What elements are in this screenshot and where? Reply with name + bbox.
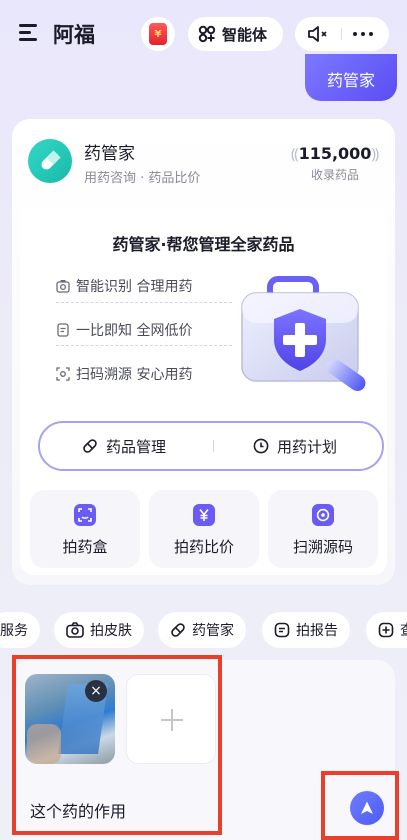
pill-outline-icon — [171, 623, 185, 637]
medication-plan-label: 用药计划 — [277, 437, 338, 456]
feature-text: 智能识别 合理用药 — [76, 279, 193, 295]
app-title: 阿福 — [53, 23, 95, 47]
quick-action-label: 拍药盒 — [62, 538, 108, 556]
drug-count-label: 收录药品 — [310, 168, 359, 182]
yuan-icon — [193, 504, 215, 526]
laurel-left-icon: ⸨ — [290, 145, 299, 163]
chip-drug-manager[interactable]: 药管家 — [158, 612, 246, 648]
chip-photo-skin[interactable]: 拍皮肤 — [54, 612, 144, 648]
panel-title: 药管家·帮您管理全家药品 — [112, 235, 295, 254]
photo-drug-box-button[interactable]: 拍药盒 — [30, 490, 140, 568]
medication-plan-button[interactable]: 用药计划 — [253, 423, 337, 469]
chip-service[interactable]: 服务 — [0, 612, 40, 648]
camera-icon — [66, 622, 84, 638]
segmented-control: 药品管理 用药计划 — [38, 421, 384, 471]
agent-icon — [198, 25, 216, 43]
menu-icon[interactable] — [19, 24, 39, 42]
header-actions — [295, 17, 389, 51]
chip-photo-report[interactable]: 拍报告 — [262, 612, 350, 648]
drug-manager-card: 药管家 用药咨询 · 药品比价 ⸨115,000⸩ 收录药品 药管家·帮您管理全… — [12, 119, 395, 585]
segment-divider — [213, 440, 214, 452]
feature-trace: 扫码溯源 安心用药 — [56, 364, 192, 384]
card-subtitle: 用药咨询 · 药品比价 — [84, 171, 201, 186]
highlight-box-input — [12, 655, 222, 835]
agent-button[interactable]: 智能体 — [188, 17, 283, 51]
feature-text: 扫码溯源 安心用药 — [76, 367, 193, 383]
feature-compare: 一比即知 全网低价 — [56, 320, 192, 340]
document-icon — [57, 323, 69, 337]
user-message-bubble: 药管家 — [305, 54, 397, 101]
target-icon — [312, 504, 334, 526]
skill-chips-row: 服务 拍皮肤 药管家 拍报告 查 — [0, 612, 407, 650]
camera-icon — [56, 280, 70, 293]
quick-action-label: 拍药比价 — [173, 538, 234, 556]
drug-management-label: 药品管理 — [106, 437, 167, 456]
drug-count: ⸨115,000⸩ — [290, 144, 380, 164]
mute-icon[interactable] — [307, 25, 329, 43]
plus-circle-icon — [378, 622, 394, 638]
drug-management-button[interactable]: 药品管理 — [82, 423, 166, 469]
chip-label: 药管家 — [192, 623, 234, 639]
card-title: 药管家 — [84, 144, 135, 164]
chip-query[interactable]: 查 — [366, 612, 407, 648]
card-header[interactable]: 药管家 用药咨询 · 药品比价 ⸨115,000⸩ 收录药品 — [12, 119, 395, 199]
divider — [56, 302, 232, 303]
chip-label: 查 — [400, 620, 407, 640]
drug-count-value: 115,000 — [298, 144, 372, 163]
scan-trace-code-button[interactable]: 扫溯源码 — [268, 490, 378, 568]
redpacket-icon[interactable]: ¥ — [141, 17, 175, 51]
scan-icon — [56, 367, 70, 381]
clock-icon — [253, 438, 269, 454]
agent-label: 智能体 — [222, 25, 268, 44]
laurel-right-icon: ⸩ — [371, 145, 380, 163]
feature-recognize: 智能识别 合理用药 — [56, 276, 192, 296]
chip-label: 拍皮肤 — [90, 623, 132, 639]
quick-action-label: 扫溯源码 — [292, 538, 353, 556]
pill-outline-icon — [83, 439, 97, 453]
chip-label: 拍报告 — [296, 623, 338, 639]
more-icon[interactable] — [353, 32, 373, 36]
intro-panel: 药管家·帮您管理全家药品 智能识别 合理用药 一比即知 全网低价 扫码溯源 安心… — [20, 207, 387, 575]
chip-label: 服务 — [0, 623, 28, 639]
pill-divider — [341, 28, 342, 40]
medicine-box-illustration — [241, 276, 366, 392]
feature-text: 一比即知 全网低价 — [76, 323, 193, 339]
highlight-box-send — [321, 771, 399, 840]
report-icon — [274, 622, 290, 638]
redpacket-symbol: ¥ — [149, 23, 167, 45]
photo-price-compare-button[interactable]: 拍药比价 — [149, 490, 259, 568]
scan-box-icon — [74, 504, 96, 526]
divider — [56, 345, 232, 346]
pill-icon — [28, 139, 72, 183]
